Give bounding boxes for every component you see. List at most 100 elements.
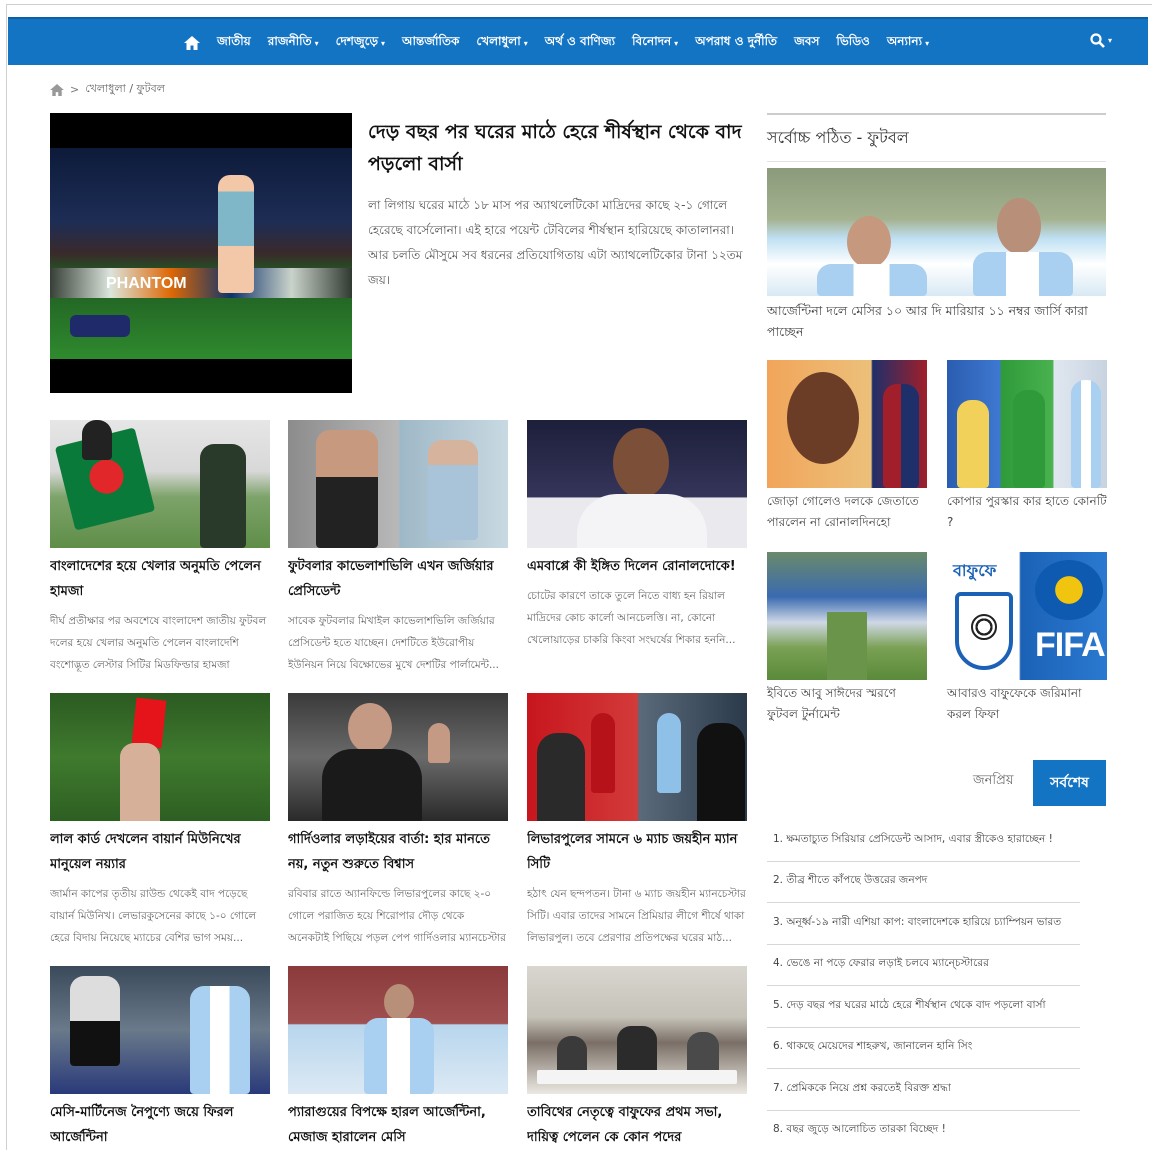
chevron-down-icon: ▾ [925, 38, 930, 48]
lead-headline[interactable]: দেড় বছর পর ঘরের মাঠে হেরে শীর্ষস্থান থে… [368, 116, 746, 180]
ad-board [50, 268, 352, 298]
celebrating-player [218, 175, 254, 293]
meeting-table [537, 1070, 737, 1084]
news-title[interactable]: লাল কার্ড দেখলেন বায়ার্ন মিউনিখের মানুয… [50, 827, 270, 877]
red-card [131, 697, 167, 749]
argentina-jersey [973, 252, 1073, 296]
sidebar-thumbnail[interactable] [947, 360, 1107, 488]
sidebar-card[interactable]: কোপার পুরস্কার কার হাতে কোনটি ? [947, 360, 1107, 533]
sidebar-feature-card[interactable]: আর্জেন্টিনা দলে মেসির ১০ আর দি মারিয়ার … [767, 168, 1106, 342]
list-item[interactable]: 4. ভেঙে না পড়ে ফেরার লড়াই চলবে ম্যান্চ… [767, 945, 1080, 986]
sidebar-feature-title[interactable]: আর্জেন্টিনা দলে মেসির ১০ আর দি মারিয়ার … [767, 300, 1106, 342]
news-summary: হঠাৎ যেন ছন্দপতন। টানা ৬ ম্যাচ জয়হীন ম্… [527, 888, 746, 944]
argentina-jersey [817, 264, 927, 296]
list-item[interactable]: 7. প্রেমিককে নিয়ে প্রশ্ন করতেই বিরক্ত শ… [767, 1069, 1080, 1111]
news-title[interactable]: লিভারপুলের সামনে ৬ ম্যাচ জয়হীন ম্যান সি… [527, 827, 747, 877]
list-item[interactable]: 1. ক্ষমতাচ্যুত সিরিয়ার প্রেসিডেন্ট আসাদ… [767, 820, 1080, 862]
news-title[interactable]: গার্দিওলার লড়াইয়ের বার্তা: হার মানতে ন… [288, 827, 508, 877]
player-figure [200, 444, 246, 548]
white-jersey [577, 494, 707, 548]
referee-hand [120, 743, 160, 821]
top-navbar: জাতীয় রাজনীতি ▾ দেশজুড়ে ▾ আন্তর্জাতিক খে… [8, 17, 1148, 65]
news-thumbnail[interactable] [527, 420, 747, 548]
raised-hand [428, 723, 450, 763]
list-item[interactable]: 2. তীব্র শীতে কাঁপছে উত্তরের জনপদ [767, 862, 1080, 903]
news-card[interactable]: এমবাপ্পে কী ইঙ্গিত দিলেন রোনালদোকে! চোটে… [527, 420, 747, 651]
news-summary: সাবেক ফুটবলার মিখাইল কাভেলাশভিলি জর্জিয়… [288, 615, 499, 671]
news-title[interactable]: তাবিথের নেতৃত্বে বাফুফের প্রথম সভা, দায়… [527, 1100, 747, 1150]
coach-figure [697, 723, 745, 821]
sidebar-card[interactable]: বাফুফে FIFA আবারও বাফুফেকে জরিমানা করল ফ… [947, 552, 1107, 725]
sidebar-card-title[interactable]: আবারও বাফুফেকে জরিমানা করল ফিফা [947, 683, 1107, 725]
chevron-down-icon: ▾ [381, 38, 386, 48]
news-card[interactable]: ফুটবলার কাভেলাশভিলি এখন জর্জিয়ার প্রেসি… [288, 420, 508, 676]
sidebar-thumbnail[interactable] [767, 168, 1106, 296]
sidebar-card-title[interactable]: জোড়া গোলেও দলকে জেতাতে পারলেন না রোনালদ… [767, 491, 927, 533]
news-thumbnail[interactable] [50, 966, 270, 1094]
tab-latest[interactable]: সর্বশেষ [1033, 760, 1106, 806]
sidebar-card-title[interactable]: কোপার পুরস্কার কার হাতে কোনটি ? [947, 491, 1107, 533]
list-item[interactable]: 8. বছর জুড়ে আলোচিত তারকা বিচ্ছেদ ! [767, 1111, 1080, 1150]
sidebar-card[interactable]: জোড়া গোলেও দলকে জেতাতে পারলেন না রোনালদ… [767, 360, 927, 533]
sidebar-thumbnail[interactable]: বাফুফে FIFA [947, 552, 1107, 680]
nav-item-politics[interactable]: রাজনীতি ▾ [268, 33, 319, 53]
news-title[interactable]: বাংলাদেশের হয়ে খেলার অনুমতি পেলেন হামজা [50, 554, 270, 604]
news-thumbnail[interactable] [50, 693, 270, 821]
news-thumbnail[interactable] [527, 966, 747, 1094]
nav-item-national[interactable]: জাতীয় [217, 33, 251, 53]
sidebar-thumbnail[interactable] [767, 552, 927, 680]
lead-image[interactable]: PHANTOM [50, 113, 352, 393]
breadcrumb-path[interactable]: খেলাধুলা / ফুটবল [85, 80, 165, 99]
home-icon[interactable] [50, 83, 64, 96]
news-thumbnail[interactable] [288, 966, 508, 1094]
nav-item-international[interactable]: আন্তর্জাতিক [402, 33, 459, 53]
news-thumbnail[interactable] [50, 420, 270, 548]
news-card[interactable]: লিভারপুলের সামনে ৬ ম্যাচ জয়হীন ম্যান সি… [527, 693, 747, 949]
nav-menu: জাতীয় রাজনীতি ▾ দেশজুড়ে ▾ আন্তর্জাতিক খে… [184, 19, 946, 67]
news-title[interactable]: এমবাপ্পে কী ইঙ্গিত দিলেন রোনালদোকে! [527, 554, 747, 579]
man-in-suit [316, 430, 378, 548]
list-item[interactable]: 3. অনূর্ধ্ব-১৯ নারী এশিয়া কাপ: বাংলাদেশ… [767, 903, 1080, 945]
argentina-jersey [364, 1018, 434, 1094]
tab-popular[interactable]: জনপ্রিয় [973, 771, 1013, 792]
news-title[interactable]: ফুটবলার কাভেলাশভিলি এখন জর্জিয়ার প্রেসি… [288, 554, 508, 604]
player-figure [1071, 380, 1101, 488]
nav-item-business[interactable]: অর্থ ও বাণিজ্য [545, 33, 615, 53]
sidebar-thumbnail[interactable] [767, 360, 927, 488]
news-card[interactable]: প্যারাগুয়ের বিপক্ষে হারল আর্জেন্টিনা, ম… [288, 966, 508, 1150]
player-face [847, 216, 891, 268]
nav-item-sports[interactable]: খেলাধুলা ▾ [476, 33, 527, 53]
sidebar-card[interactable]: ইবিতে আবু সাঈদের স্মরণে ফুটবল টুর্নামেন্… [767, 552, 927, 725]
news-title[interactable]: প্যারাগুয়ের বিপক্ষে হারল আর্জেন্টিনা, ম… [288, 1100, 508, 1150]
nav-item-video[interactable]: ভিডিও [836, 33, 869, 53]
news-thumbnail[interactable] [527, 693, 747, 821]
sidebar-card-title[interactable]: ইবিতে আবু সাঈদের স্মরণে ফুটবল টুর্নামেন্… [767, 683, 927, 725]
nav-item-jobs[interactable]: জবস [794, 33, 819, 53]
nav-item-crime[interactable]: অপরাধ ও দুর্নীতি [695, 33, 777, 53]
player-face [613, 428, 669, 498]
news-thumbnail[interactable] [288, 693, 508, 821]
news-card[interactable]: তাবিথের নেতৃত্বে বাফুফের প্রথম সভা, দায়… [527, 966, 747, 1150]
list-item[interactable]: 6. থাকছে মেয়েদের শাহরুখ, জানালেন হানি স… [767, 1028, 1080, 1069]
news-title[interactable]: মেসি-মার্টিনেজ নৈপুণ্যে জয়ে ফিরল আর্জেন… [50, 1100, 270, 1150]
news-card[interactable]: বাংলাদেশের হয়ে খেলার অনুমতি পেলেন হামজা… [50, 420, 270, 676]
ad-board-text: PHANTOM [106, 275, 187, 292]
nav-item-entertainment[interactable]: বিনোদন ▾ [632, 33, 678, 53]
player-figure [1013, 390, 1045, 488]
news-card[interactable]: মেসি-মার্টিনেজ নৈপুণ্যে জয়ে ফিরল আর্জেন… [50, 966, 270, 1150]
nav-item-country[interactable]: দেশজুড়ে ▾ [336, 33, 385, 53]
most-read-heading: সর্বোচ্চ পঠিত - ফুটবল [767, 113, 1106, 162]
player-figure [428, 440, 478, 540]
news-summary: রবিবার রাতে অ্যানফিল্ডে লিভারপুলের কাছে … [288, 888, 506, 944]
coach-face [348, 703, 392, 753]
news-card[interactable]: লাল কার্ড দেখলেন বায়ার্ন মিউনিখের মানুয… [50, 693, 270, 949]
chevron-down-icon: ▾ [314, 38, 319, 48]
nav-item-others[interactable]: অন্যান্য ▾ [887, 33, 929, 53]
list-item[interactable]: 5. দেড় বছর পর ঘরের মাঠে হেরে শীর্ষস্থান… [767, 986, 1080, 1028]
news-thumbnail[interactable] [288, 420, 508, 548]
fallen-player [70, 315, 130, 337]
news-card[interactable]: গার্দিওলার লড়াইয়ের বার্তা: হার মানতে ন… [288, 693, 508, 949]
search-toggle[interactable]: ▾ [1090, 33, 1112, 48]
chevron-down-icon: ▾ [674, 38, 679, 48]
home-icon[interactable] [184, 36, 200, 50]
